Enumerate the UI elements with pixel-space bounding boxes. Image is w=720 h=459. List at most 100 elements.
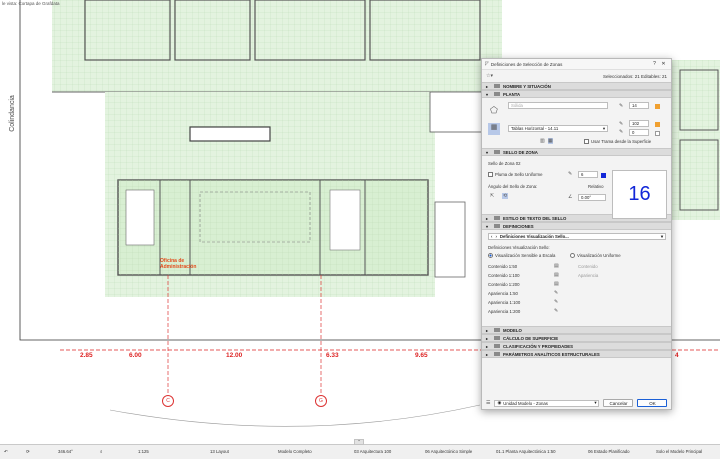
undo-icon[interactable]: ↶	[4, 449, 8, 455]
radio-scale-sensitive[interactable]: Visualización Sensible a Escala	[488, 253, 555, 258]
scale-row-label: Apariencia 1:100	[488, 300, 521, 305]
display-label: Definiciones Visualización Sello:	[488, 245, 550, 250]
selection-count: Seleccionados: 21 Editables: 21	[602, 73, 667, 79]
section-definiciones[interactable]: ▾ DEFINICIONES	[482, 222, 671, 230]
favorites-star-icon[interactable]: ☆▾	[486, 73, 493, 79]
pen-icon[interactable]: ✎	[554, 308, 558, 314]
section-label: CLASIFICACIÓN Y PROPIEDADES	[503, 343, 574, 349]
cancel-button[interactable]: Cancelar	[603, 399, 634, 407]
dropdown-arrow-icon: ▾	[594, 400, 597, 405]
graphic-override[interactable]: 06 Arquitectónico Simple	[425, 449, 472, 454]
section-clasificacion[interactable]: ▸ CLASIFICACIÓN Y PROPIEDADES	[482, 342, 671, 350]
fill-mode-icon-active[interactable]: ▦	[548, 138, 553, 144]
radio-button[interactable]	[488, 253, 493, 258]
stamp-pen-color[interactable]	[601, 173, 606, 178]
pen-icon[interactable]: ✎	[554, 299, 558, 305]
checkbox[interactable]	[488, 172, 493, 177]
pen-set[interactable]: 03 Arquitectura 100	[354, 449, 391, 454]
rotate-icon[interactable]: ⟳	[26, 449, 30, 455]
zone-shape-icon: ⬠	[490, 105, 498, 115]
pen-icon[interactable]: ✎	[554, 290, 558, 296]
expand-arrow-icon: ▾	[486, 223, 489, 229]
fill-icon[interactable]: ▦	[488, 123, 500, 135]
section-icon	[494, 336, 500, 340]
grid-bubble-c[interactable]: C	[162, 395, 174, 407]
radio-label: Visualización Sensible a Escala	[495, 253, 556, 258]
section-label: MODELO	[503, 327, 522, 333]
stamp-angle-icon-active[interactable]: ⟲	[502, 193, 509, 199]
section-icon	[494, 328, 500, 332]
section-nombre[interactable]: ▸ NOMBRE Y SITUACIÓN	[482, 82, 671, 90]
collapse-arrow-icon: ▸	[486, 327, 489, 333]
dialog-titlebar[interactable]: ◸ Definiciones de Selección de Zonas ? ✕	[482, 59, 671, 70]
app-icon: ◸	[485, 61, 489, 67]
pen-color-swatch[interactable]	[655, 131, 660, 136]
expand-tab[interactable]: ⌃	[354, 439, 364, 445]
boundary-label: Colindancia	[8, 95, 16, 132]
pen-field-2[interactable]: 102	[629, 120, 649, 127]
renovation-filter[interactable]: 06 Estado Planificado	[588, 449, 630, 454]
definiciones-panel: ‹ › Definiciones Visualización Sello... …	[482, 230, 671, 326]
section-label: SELLO DE ZONA	[503, 149, 538, 155]
uniform-pen-checkbox[interactable]: Pluma de Sello Uniforme	[488, 172, 543, 177]
radio-uniform[interactable]: Visualización Uniforme	[570, 253, 621, 258]
fill-mode-icon[interactable]: ▥	[540, 138, 545, 144]
dimension-label: 9.65	[415, 352, 428, 359]
display-settings-dropdown[interactable]: ‹ › Definiciones Visualización Sello... …	[488, 233, 666, 240]
radio-button[interactable]	[570, 253, 575, 258]
relative-select[interactable]: Relativo	[588, 184, 604, 189]
pen-color-swatch[interactable]	[655, 122, 660, 127]
expand-arrow-icon: ▾	[486, 149, 489, 155]
view-setting[interactable]: 01.1 Planta Arquitectónica 1:50	[496, 449, 555, 454]
angle-icon: ∠	[568, 194, 573, 200]
grid-bubble-g[interactable]: G	[315, 395, 327, 407]
section-parametros[interactable]: ▸ PARÁMETROS ANALÍTICOS ESTRUCTURALES	[482, 350, 671, 358]
prev-arrow-icon[interactable]: ‹	[491, 234, 492, 239]
close-icon[interactable]: ✕	[659, 61, 668, 67]
layer-combination[interactable]: 13 Layout	[210, 449, 229, 454]
dimension-label: 6.33	[326, 352, 339, 359]
stamp-pen-field[interactable]: 6	[578, 171, 598, 178]
pen-color-swatch[interactable]	[655, 104, 660, 109]
help-icon[interactable]: ?	[650, 61, 659, 67]
content-icon[interactable]: ▤	[554, 272, 559, 278]
pen-field-1[interactable]: 14	[629, 102, 649, 109]
section-label: PLANTA	[503, 91, 521, 97]
section-icon	[494, 150, 500, 154]
fill-type-field[interactable]: Sólida	[508, 102, 608, 109]
angle-readout[interactable]: 346.64°	[58, 449, 73, 454]
expand-arrow-icon: ▾	[486, 91, 489, 97]
collapse-arrow-icon: ▸	[486, 335, 489, 341]
stamp-angle-icon[interactable]: ⇱	[490, 193, 494, 199]
zone-label[interactable]: Oficina de Administración	[160, 258, 196, 270]
pen-icon: ✎	[568, 171, 573, 177]
dimension-label: 6.00	[129, 352, 142, 359]
model-filter[interactable]: Solo el Modelo Principal	[656, 449, 702, 454]
section-sello[interactable]: ▾ SELLO DE ZONA	[482, 148, 671, 156]
stamp-preview: 16	[612, 170, 667, 219]
content-icon[interactable]: ▤	[554, 263, 559, 269]
radio-label: Visualización Uniforme	[577, 253, 621, 258]
pen-field-3[interactable]: 0	[629, 129, 649, 136]
pen-icon: ✎	[619, 103, 624, 109]
zoom-icon[interactable]: ⌕	[100, 449, 102, 454]
scale-readout[interactable]: 1:125	[138, 449, 149, 454]
section-icon	[494, 92, 500, 96]
content-icon[interactable]: ▤	[554, 281, 559, 287]
ok-button[interactable]: OK	[637, 399, 668, 407]
use-surface-checkbox[interactable]: Usar Trama desde la Superficie	[584, 139, 651, 144]
section-modelo[interactable]: ▸ MODELO	[482, 326, 671, 334]
contenido-label: Contenido	[578, 264, 598, 269]
collapse-arrow-icon: ▸	[486, 351, 489, 357]
section-planta[interactable]: ▾ PLANTA	[482, 90, 671, 98]
section-calculo[interactable]: ▸ CÁLCULO DE SUPERFICIE	[482, 334, 671, 342]
next-arrow-icon[interactable]: ›	[495, 234, 496, 239]
use-surface-label: Usar Trama desde la Superficie	[591, 139, 652, 144]
collapse-arrow-icon: ▸	[486, 83, 489, 89]
angle-field[interactable]: 0.00°	[578, 194, 606, 201]
checkbox[interactable]	[584, 139, 589, 144]
layer-select[interactable]: ◉ Unidad Modelo - Zonas ▾	[494, 399, 600, 407]
fill-pattern-select[interactable]: Tablas Horizontal - 14.11 ▾	[508, 125, 608, 132]
model-view[interactable]: Modelo Completo	[278, 449, 312, 454]
section-icon	[494, 216, 500, 220]
